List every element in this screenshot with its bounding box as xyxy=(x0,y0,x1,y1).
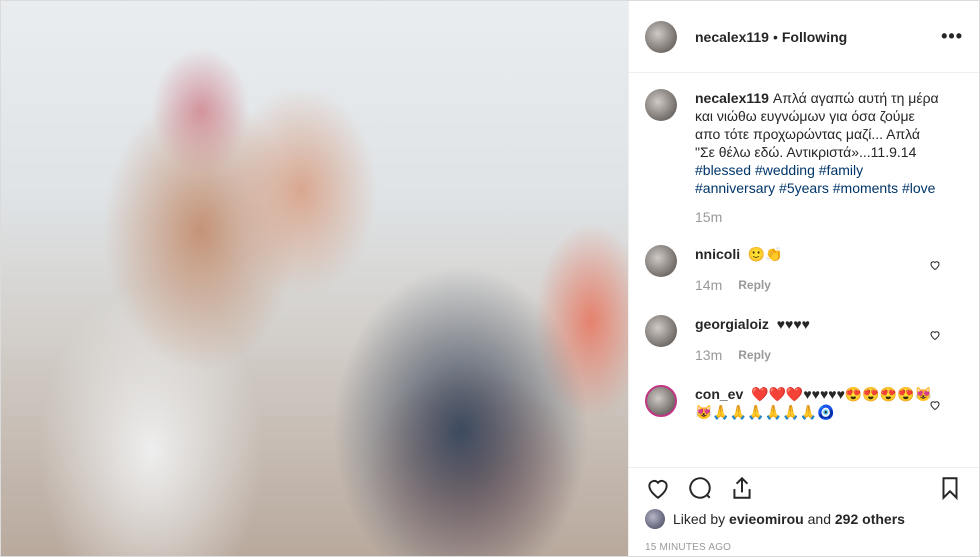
comment-text: 🙂👏 xyxy=(747,246,783,262)
follow-status[interactable]: Following xyxy=(782,29,847,45)
post-sidebar: necalex119 • Following ••• necalex119 Απ… xyxy=(628,1,979,556)
comments-list[interactable]: necalex119 Απλά αγαπώ αυτή τη μέρα και ν… xyxy=(629,73,979,463)
hashtag[interactable]: #love xyxy=(902,180,935,196)
hashtag[interactable]: #wedding xyxy=(755,162,815,178)
commenter-avatar[interactable] xyxy=(645,385,677,417)
comment-item: georgialoiz ♥♥♥♥ 13m Reply xyxy=(645,315,963,363)
like-comment-heart-icon[interactable] xyxy=(929,259,941,271)
like-comment-heart-icon[interactable] xyxy=(929,329,941,341)
more-icon[interactable]: ••• xyxy=(941,26,963,47)
hashtag[interactable]: #blessed xyxy=(695,162,751,178)
comment-username[interactable]: nnicoli xyxy=(695,246,740,262)
hashtag[interactable]: #5years xyxy=(779,180,829,196)
liker-avatar[interactable] xyxy=(645,509,665,529)
caption-avatar[interactable] xyxy=(645,89,677,121)
liker-username[interactable]: evieomirou xyxy=(729,511,804,527)
bookmark-icon[interactable] xyxy=(937,475,963,501)
commenter-avatar[interactable] xyxy=(645,315,677,347)
comment-item: con_ev ❤️❤️❤️♥♥♥♥♥😍😍😍😍😻😻🙏🙏🙏🙏🙏🙏🧿 xyxy=(645,385,963,421)
hashtag[interactable]: #moments xyxy=(833,180,898,196)
post-header: necalex119 • Following ••• xyxy=(629,1,979,73)
like-comment-heart-icon[interactable] xyxy=(929,399,941,411)
post-timestamp: 15 MINUTES AGO xyxy=(645,542,732,553)
caption-comment: necalex119 Απλά αγαπώ αυτή τη μέρα και ν… xyxy=(645,89,963,225)
reply-button[interactable]: Reply xyxy=(738,348,771,362)
likes-and: and xyxy=(807,511,831,527)
comment-username[interactable]: con_ev xyxy=(695,386,743,402)
caption-username[interactable]: necalex119 xyxy=(695,90,769,106)
comment-item: nnicoli 🙂👏 14m Reply xyxy=(645,245,963,293)
likes-summary: Liked by evieomirou and 292 others xyxy=(645,509,905,529)
instagram-post: necalex119 • Following ••• necalex119 Απ… xyxy=(0,0,980,557)
reply-button[interactable]: Reply xyxy=(738,278,771,292)
comment-time: 14m xyxy=(695,277,723,293)
comment-icon[interactable] xyxy=(687,475,713,501)
post-photo[interactable] xyxy=(1,1,628,556)
comment-time: 13m xyxy=(695,347,723,363)
hashtag[interactable]: #family xyxy=(819,162,863,178)
comment-text: ♥♥♥♥ xyxy=(776,316,810,332)
share-icon[interactable] xyxy=(729,475,755,501)
likes-prefix: Liked by xyxy=(673,511,726,527)
action-bar xyxy=(629,467,979,507)
author-avatar[interactable] xyxy=(645,20,677,53)
separator-dot: • xyxy=(772,28,778,45)
comment-username[interactable]: georgialoiz xyxy=(695,316,769,332)
author-username[interactable]: necalex119 xyxy=(695,29,769,45)
hashtag[interactable]: #anniversary xyxy=(695,180,775,196)
likes-others[interactable]: 292 others xyxy=(835,511,905,527)
caption-time: 15m xyxy=(695,209,723,225)
heart-icon[interactable] xyxy=(645,475,671,501)
commenter-avatar[interactable] xyxy=(645,245,677,277)
